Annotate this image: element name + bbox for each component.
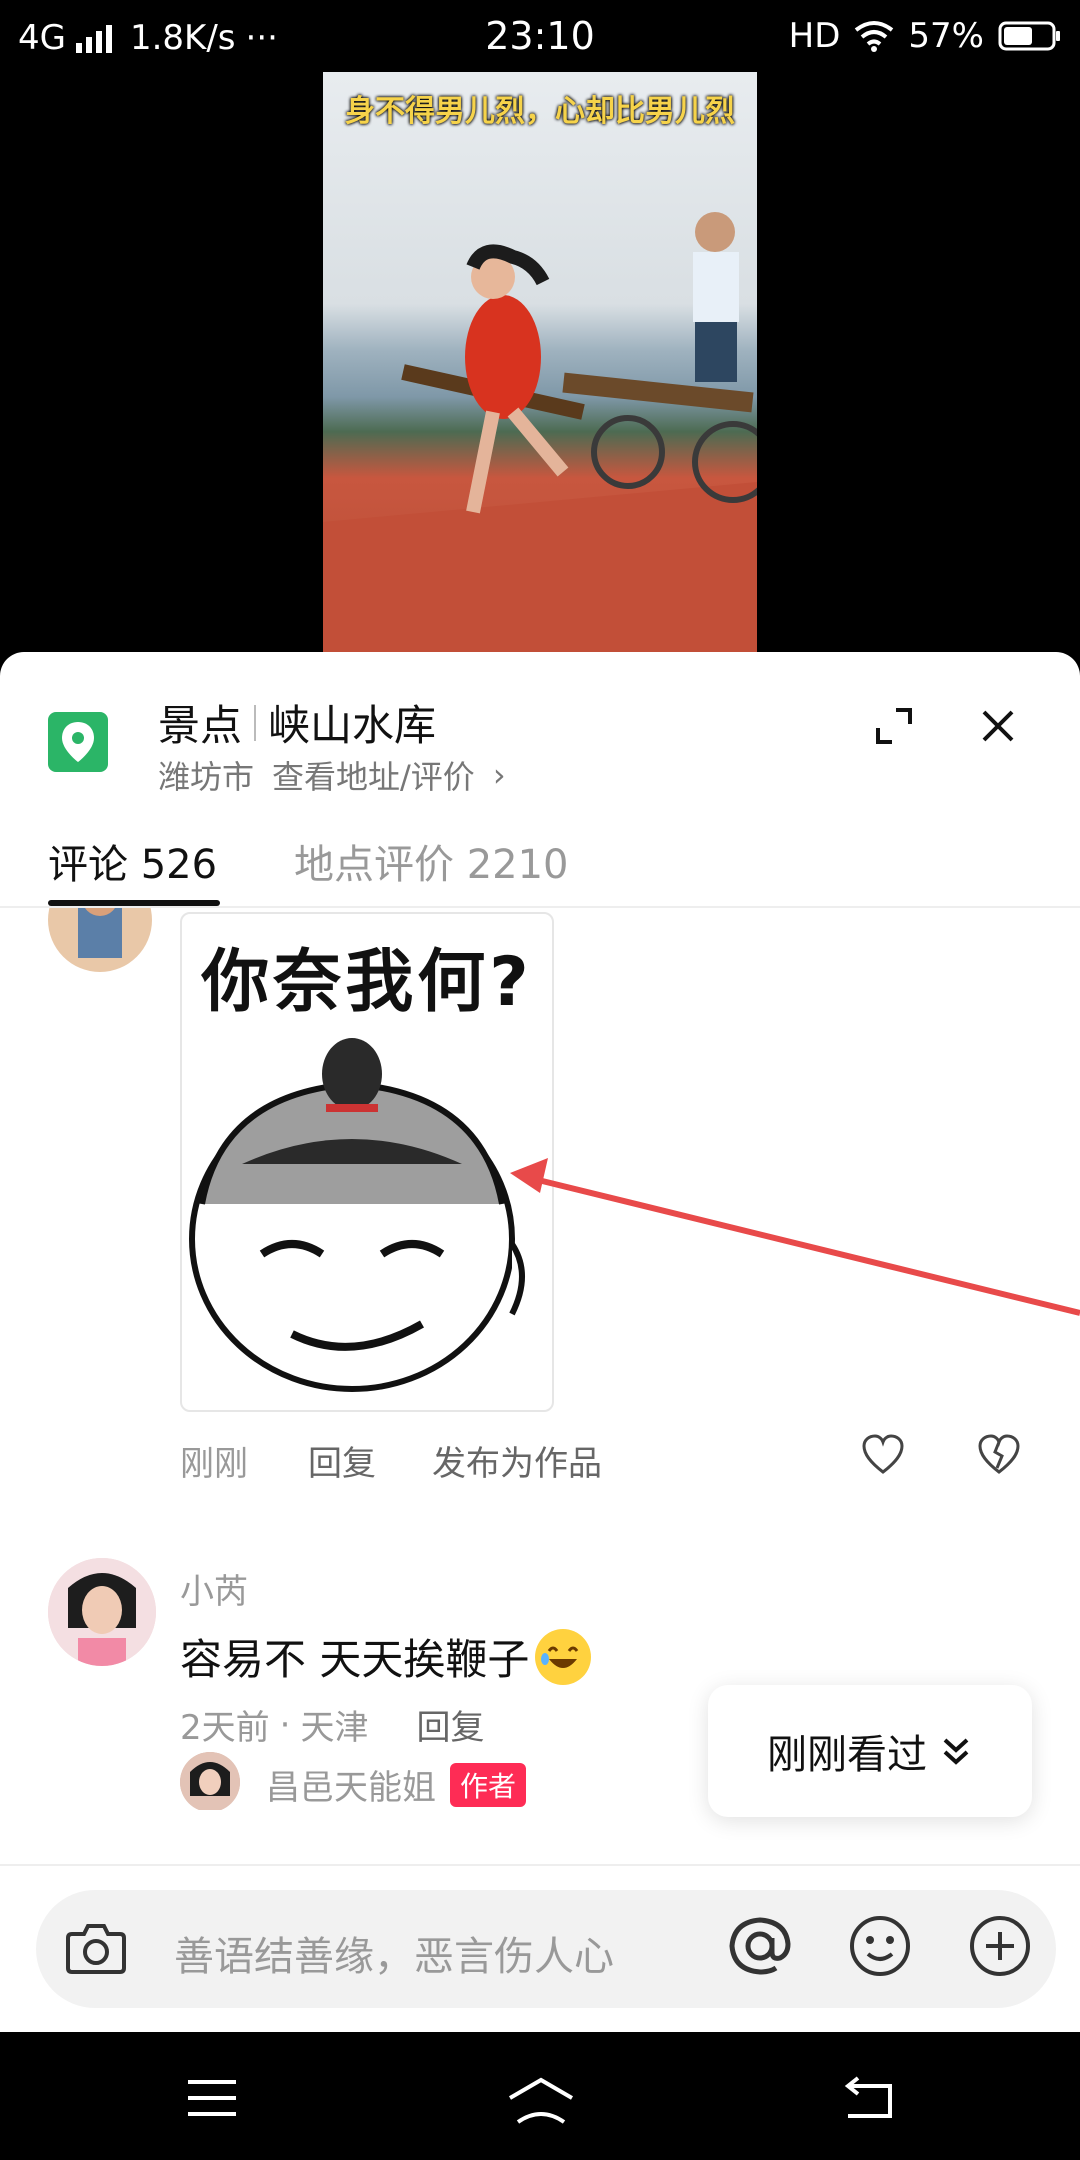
comment-list[interactable]: 你奈我何? 刚刚 回复 发布为作品 小芮 容易不 天天挨鞭子 2天前 · 天津 …	[0, 908, 1080, 1810]
back-icon[interactable]	[840, 2076, 896, 2122]
video-frame[interactable]: 身不得男儿烈，心却比男儿烈	[323, 72, 757, 652]
poi-title: 景点 峡山水库	[158, 692, 436, 753]
heart-icon[interactable]	[860, 1432, 906, 1478]
comment-location: 天津	[300, 1708, 369, 1748]
comment-sheet: 景点 峡山水库 潍坊市 查看地址/评价 › 评论 526 地点评价 2210 你…	[0, 652, 1080, 2032]
laughing-emoji-icon	[535, 1628, 592, 1685]
comment-meta: 2天前 · 天津 回复	[180, 1700, 484, 1749]
at-mention-icon[interactable]	[722, 1908, 798, 1984]
status-right: HD 57%	[789, 16, 1062, 56]
comment-image-meme[interactable]: 你奈我何?	[180, 912, 554, 1412]
double-chevron-down-icon	[943, 1738, 969, 1765]
comment-time: 2天前	[180, 1708, 270, 1748]
comment-placeholder: 善语结善缘，恶言伤人心	[174, 1934, 614, 1980]
poi-city: 潍坊市	[158, 758, 255, 796]
wifi-icon	[855, 21, 894, 52]
battery-percent: 57%	[908, 16, 984, 56]
tab-bar: 评论 526 地点评价 2210	[0, 802, 1080, 908]
poi-actions	[872, 704, 1020, 748]
system-nav-bar	[0, 2032, 1080, 2160]
expand-icon[interactable]	[872, 704, 916, 748]
poi-view-link[interactable]: 查看地址/评价	[272, 752, 475, 798]
close-icon[interactable]	[976, 704, 1020, 748]
broken-heart-icon[interactable]	[976, 1432, 1022, 1478]
tab-active-indicator	[48, 900, 220, 906]
publish-as-work-button[interactable]: 发布为作品	[432, 1436, 602, 1485]
emoji-icon[interactable]	[842, 1908, 918, 1984]
camera-icon[interactable]	[58, 1910, 134, 1986]
location-pin-icon	[48, 712, 108, 772]
subreply-user: 昌邑天能姐 作者	[266, 1760, 527, 1809]
recently-viewed-button[interactable]: 刚刚看过	[708, 1685, 1032, 1817]
meta-dot: ·	[279, 1704, 291, 1745]
comment-time: 刚刚	[180, 1444, 248, 1484]
recently-viewed-label: 刚刚看过	[767, 1732, 927, 1778]
avatar[interactable]	[180, 1752, 240, 1810]
poi-name: 峡山水库	[268, 701, 437, 750]
comment-input-bar: 善语结善缘，恶言伤人心	[0, 1864, 1080, 2032]
battery-icon	[998, 21, 1060, 51]
author-badge: 作者	[450, 1762, 527, 1807]
subreply-username[interactable]: 昌邑天能姐	[266, 1760, 436, 1809]
comment-username[interactable]: 小芮	[180, 1564, 248, 1613]
reply-button[interactable]: 回复	[416, 1700, 484, 1749]
home-icon[interactable]	[506, 2076, 576, 2126]
status-bar: 4G 1.8K/s ··· 23:10 HD 57%	[0, 0, 1080, 72]
comment-text-content: 容易不 天天挨鞭子	[180, 1635, 530, 1684]
poi-category: 景点	[158, 701, 243, 750]
avatar[interactable]	[48, 908, 152, 972]
comment-actions: 刚刚 回复 发布为作品	[180, 1428, 1040, 1488]
comment-input[interactable]: 善语结善缘，恶言伤人心	[36, 1890, 1056, 2008]
comment-text: 容易不 天天挨鞭子	[180, 1626, 592, 1687]
video-scene-illustration	[323, 212, 757, 652]
tab-comments[interactable]: 评论 526	[48, 832, 217, 890]
meme-face-illustration	[189, 1038, 525, 1392]
hd-indicator: HD	[788, 16, 841, 56]
video-player[interactable]: 身不得男儿烈，心却比男儿烈	[0, 72, 1080, 652]
tab-place-reviews[interactable]: 地点评价 2210	[294, 832, 569, 890]
menu-icon[interactable]	[186, 2076, 238, 2120]
plus-icon[interactable]	[962, 1908, 1038, 1984]
poi-subtitle[interactable]: 潍坊市 查看地址/评价 ›	[158, 752, 506, 798]
poi-header[interactable]: 景点 峡山水库 潍坊市 查看地址/评价 ›	[0, 652, 1080, 802]
avatar[interactable]	[48, 1558, 156, 1666]
reply-button[interactable]: 回复	[308, 1436, 376, 1485]
chevron-right-icon: ›	[492, 756, 506, 794]
poi-title-divider	[254, 704, 257, 741]
